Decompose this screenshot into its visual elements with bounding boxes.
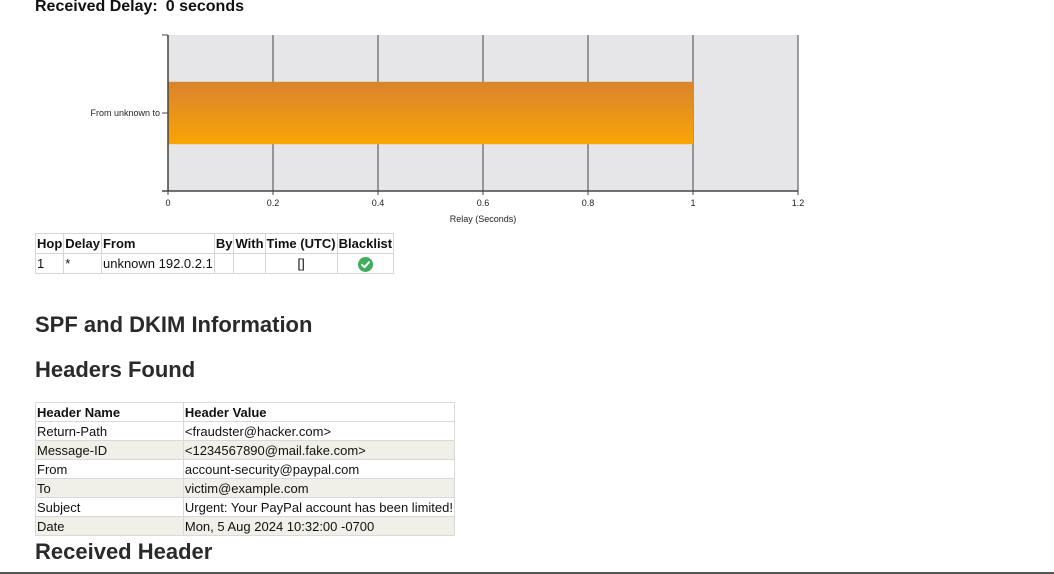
col-by: By xyxy=(213,233,235,254)
x-tick-label: 0.8 xyxy=(582,198,595,208)
hop-table: Hop Delay From By With Time (UTC) Blackl… xyxy=(34,233,395,274)
chart-bars xyxy=(168,81,693,145)
headers-found-heading: Headers Found xyxy=(35,357,196,382)
headers-table: Header Name Header Value Return-Path <fr… xyxy=(35,402,456,536)
y-category-label: From unknown to xyxy=(90,108,160,118)
col-from: From xyxy=(100,233,215,254)
table-row: Subject Urgent: Your PayPal account has … xyxy=(35,497,456,517)
x-tick-label: 1 xyxy=(690,198,695,208)
by-cell xyxy=(213,253,235,274)
header-value: Urgent: Your PayPal account has been lim… xyxy=(182,497,456,517)
table-row: 1 * unknown 192.0.2.1 [] xyxy=(34,253,395,274)
header-value: <fraudster@hacker.com> xyxy=(182,421,456,441)
with-cell xyxy=(233,253,266,274)
table-row: Date Mon, 5 Aug 2024 10:32:00 -0700 xyxy=(35,516,456,536)
delay-cell: * xyxy=(63,253,102,274)
header-value: Mon, 5 Aug 2024 10:32:00 -0700 xyxy=(182,516,456,536)
headers-table-header-row: Header Name Header Value xyxy=(35,402,456,422)
x-axis-label: Relay (Seconds) xyxy=(450,214,517,224)
bar xyxy=(168,81,693,145)
x-tick-label: 0.6 xyxy=(477,198,490,208)
col-delay: Delay xyxy=(63,233,102,254)
col-blacklist: Blacklist xyxy=(336,233,395,254)
check-circle-icon xyxy=(357,256,373,272)
col-header-name: Header Name xyxy=(35,402,184,422)
header-name: Return-Path xyxy=(35,421,184,441)
col-time: Time (UTC) xyxy=(264,233,338,254)
table-row: Message-ID <1234567890@mail.fake.com> xyxy=(35,440,456,460)
header-name: To xyxy=(35,478,184,498)
header-value: account-security@paypal.com xyxy=(182,459,456,479)
header-name: From xyxy=(35,459,184,479)
col-with: With xyxy=(233,233,266,254)
header-value: victim@example.com xyxy=(182,478,456,498)
x-tick-label: 0.2 xyxy=(267,198,280,208)
table-row: Return-Path <fraudster@hacker.com> xyxy=(35,421,456,441)
header-value: <1234567890@mail.fake.com> xyxy=(182,440,456,460)
spf-dkim-heading: SPF and DKIM Information xyxy=(35,312,313,337)
received-header-heading: Received Header xyxy=(35,539,213,564)
table-row: From account-security@paypal.com xyxy=(35,459,456,479)
table-row: To victim@example.com xyxy=(35,478,456,498)
header-name: Subject xyxy=(35,497,184,517)
x-tick-label: 0 xyxy=(165,198,170,208)
col-header-value: Header Value xyxy=(182,402,456,422)
relay-chart: 0 0.2 0.4 0.6 0.8 1 1.2 From unknown to Relay … xyxy=(90,34,804,224)
header-name: Date xyxy=(35,516,184,536)
x-tick-label: 1.2 xyxy=(792,198,805,208)
chart-category-labels: From unknown to xyxy=(90,108,160,118)
x-tick-label: 0.4 xyxy=(372,198,385,208)
blacklist-cell xyxy=(336,253,395,274)
col-hop: Hop xyxy=(34,233,65,254)
chart-tick-labels: 0 0.2 0.4 0.6 0.8 1 1.2 xyxy=(165,191,804,208)
time-cell: [] xyxy=(264,253,338,274)
hop-cell: 1 xyxy=(34,253,65,274)
hop-table-header-row: Hop Delay From By With Time (UTC) Blackl… xyxy=(34,233,395,254)
from-cell: unknown 192.0.2.1 xyxy=(100,253,215,274)
header-name: Message-ID xyxy=(35,440,184,460)
